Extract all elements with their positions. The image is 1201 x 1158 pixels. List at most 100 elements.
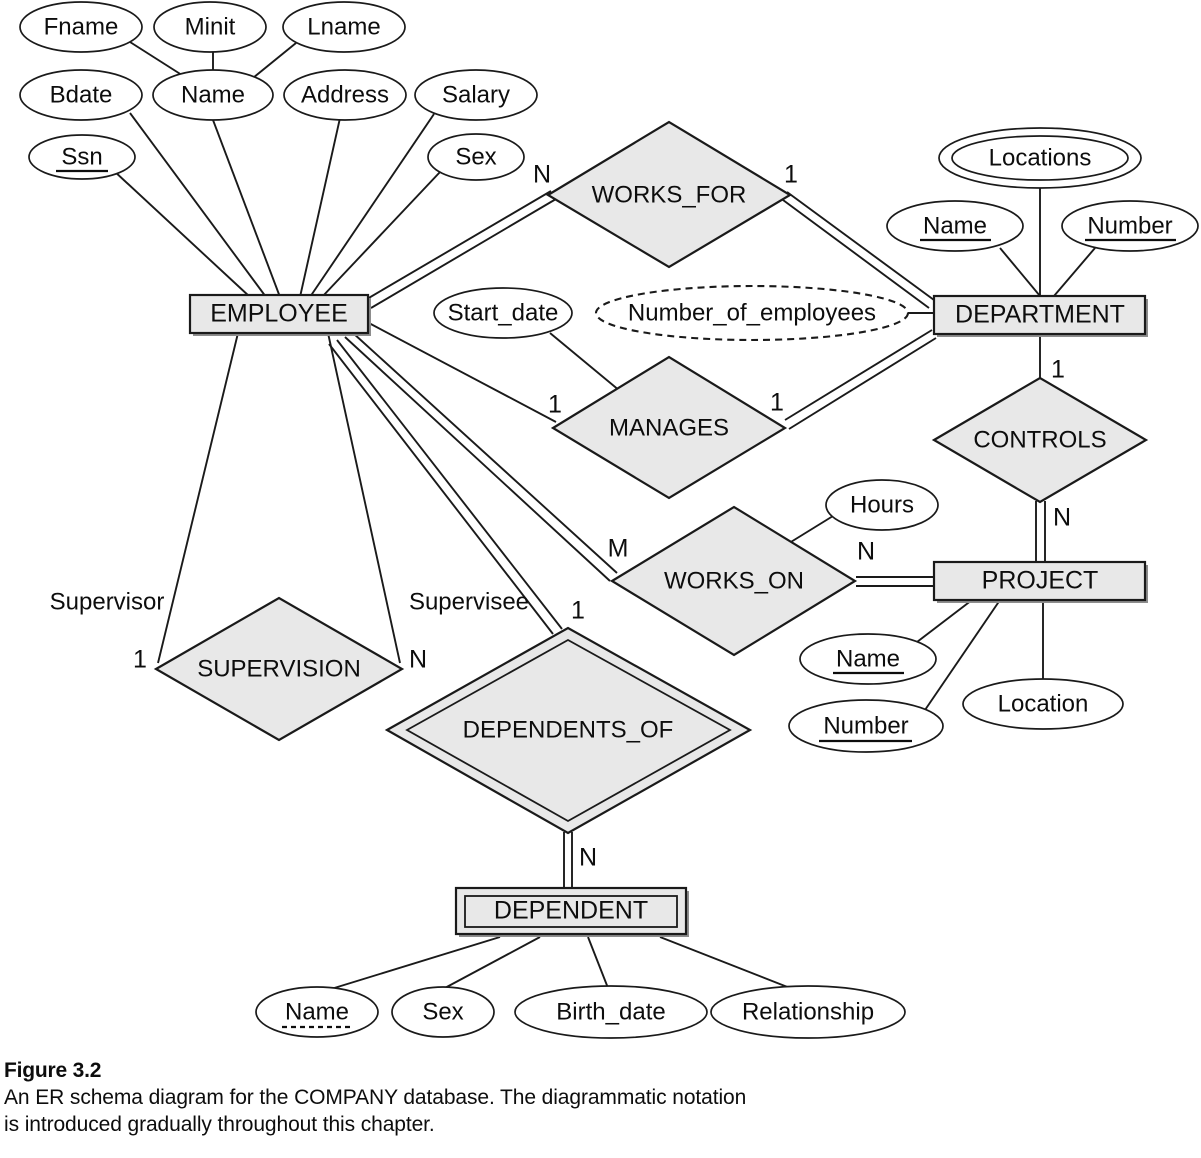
attribute-minit-label: Minit [185,13,236,40]
attribute-dependent-name[interactable]: Name [255,986,379,1038]
entity-employee-label: EMPLOYEE [210,300,348,328]
link-hours-works-on [785,515,834,546]
link-depbirthdate-dependent [587,936,609,989]
cardinality-supervision-supervisee: N [409,646,427,674]
attribute-number-of-employees[interactable]: Number_of_employees [594,284,910,342]
cardinality-manages-employee: 1 [548,391,562,419]
attribute-birth-date[interactable]: Birth_date [514,985,708,1039]
attribute-relationship-label: Relationship [742,998,874,1025]
entity-dependent-label: DEPENDENT [494,897,648,925]
link-projname-project [916,599,973,643]
attribute-lname-label: Lname [307,13,380,40]
attribute-project-location-label: Location [998,690,1089,717]
relationship-dependents-of-label: DEPENDENTS_OF [463,716,674,743]
cardinality-manages-department: 1 [770,389,784,417]
cardinality-works-for-department: 1 [784,161,798,189]
link-deprelationship-dependent [659,936,791,989]
relationship-supervision[interactable]: SUPERVISION [153,596,405,742]
entity-department[interactable]: DEPARTMENT [932,294,1148,337]
relationship-works-for-label: WORKS_FOR [592,181,747,208]
link-deptname-department [999,247,1041,297]
link-depname-dependent [317,936,501,994]
figure-caption-line-1: An ER schema diagram for the COMPANY dat… [4,1086,747,1109]
cardinality-supervision-supervisor: 1 [133,646,147,674]
relationship-works-for[interactable]: WORKS_FOR [545,120,793,269]
attribute-dependent-sex[interactable]: Sex [391,986,495,1038]
cardinality-works-on-project: N [857,538,875,566]
figure-caption-title: Figure 3.2 [4,1059,102,1082]
attribute-ssn[interactable]: Ssn [28,134,136,180]
attribute-sex-label: Sex [455,143,496,170]
attribute-start-date-label: Start_date [448,299,559,326]
attribute-bdate-label: Bdate [50,81,113,108]
attribute-hours[interactable]: Hours [825,479,939,531]
attribute-sex[interactable]: Sex [427,133,525,181]
entity-project-label: PROJECT [982,567,1099,595]
link-ssn-employee [112,169,251,298]
attribute-employee-name-label: Name [181,81,245,108]
attribute-employee-name[interactable]: Name [152,69,274,121]
relationship-manages[interactable]: MANAGES [550,355,788,500]
role-label-supervisee: Supervisee [409,588,529,615]
attribute-project-number-label: Number [823,712,908,739]
relationship-works-on-label: WORKS_ON [664,567,804,594]
link-lname-name [247,42,297,83]
attribute-locations[interactable]: Locations [938,127,1142,189]
attribute-project-location[interactable]: Location [962,678,1124,730]
attribute-project-name[interactable]: Name [799,633,937,685]
link-depsex-dependent [442,936,541,990]
link-employee-supervisor [157,332,239,664]
link-employee-supervisee [327,332,401,664]
link-address-employee [299,117,341,298]
relationship-manages-label: MANAGES [609,414,729,441]
attribute-project-name-label: Name [836,645,900,672]
attribute-salary-label: Salary [442,81,510,108]
er-diagram-figure: WORKS_FOR MANAGES WORKS_ON CONTROLS SUPE… [0,0,1201,1158]
cardinality-dependents-of-employee: 1 [571,597,585,625]
attribute-department-number-label: Number [1087,212,1172,239]
figure-caption: Figure 3.2 An ER schema diagram for the … [0,1058,1201,1138]
figure-caption-line-2: is introduced gradually throughout this … [4,1113,435,1136]
attribute-birth-date-label: Birth_date [556,998,665,1025]
relationship-works-on[interactable]: WORKS_ON [609,505,858,657]
relationship-controls-label: CONTROLS [973,426,1106,453]
attribute-department-name-label: Name [923,212,987,239]
attribute-relationship[interactable]: Relationship [710,985,906,1039]
role-label-supervisor: Supervisor [50,588,165,615]
cardinality-controls-department: 1 [1051,356,1065,384]
attribute-project-number[interactable]: Number [788,699,944,753]
attribute-dependent-name-label: Name [285,998,349,1025]
attribute-salary[interactable]: Salary [414,69,538,121]
attribute-start-date[interactable]: Start_date [433,287,573,339]
link-startdate-manages [549,332,621,392]
entity-project[interactable]: PROJECT [932,560,1148,603]
cardinality-works-on-employee: M [608,535,629,563]
entity-department-label: DEPARTMENT [955,301,1125,329]
cardinality-works-for-employee: N [533,161,551,189]
attribute-address-label: Address [301,81,389,108]
relationship-dependents-of[interactable]: DEPENDENTS_OF [384,626,753,835]
entity-employee[interactable]: EMPLOYEE [188,293,371,336]
link-manages-department-b [788,337,937,430]
relationship-controls[interactable]: CONTROLS [931,376,1149,504]
link-employee-works-for-a [366,190,552,300]
link-employee-works-on-a [352,332,618,574]
attribute-minit[interactable]: Minit [153,1,267,53]
link-manages-department-a [784,329,933,421]
attribute-bdate[interactable]: Bdate [19,69,143,121]
cardinality-controls-project: N [1053,504,1071,532]
attribute-lname[interactable]: Lname [282,1,406,53]
attribute-hours-label: Hours [850,491,914,518]
cardinality-dependents-of-dependent: N [579,844,597,872]
attribute-department-number[interactable]: Number [1061,200,1199,252]
entity-dependent[interactable]: DEPENDENT [454,886,689,937]
link-employee-works-on-b [344,336,611,582]
attribute-ssn-label: Ssn [61,143,102,170]
attribute-locations-label: Locations [989,144,1092,171]
attribute-dependent-sex-label: Sex [422,998,463,1025]
attribute-department-name[interactable]: Name [886,200,1024,252]
attribute-address[interactable]: Address [283,69,407,121]
attribute-fname[interactable]: Fname [19,1,143,53]
link-employee-dependents-of-a [336,339,563,630]
attribute-fname-label: Fname [44,13,119,40]
